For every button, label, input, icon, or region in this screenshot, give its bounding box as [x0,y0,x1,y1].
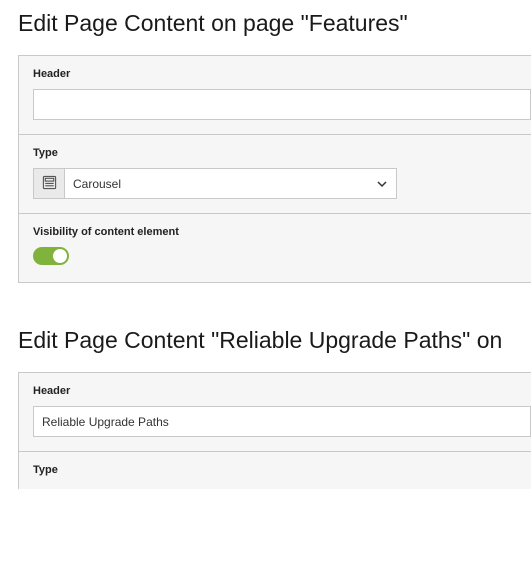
form-panel-2: Header Type [18,372,531,489]
type-label-2: Type [33,464,531,476]
layout-icon [42,175,57,193]
toggle-knob [53,249,67,263]
type-row: Type Carousel [19,135,531,214]
header-row: Header [19,56,531,135]
visibility-row: Visibility of content element [19,214,531,283]
header-input[interactable] [33,89,531,120]
type-group: Carousel [33,168,397,199]
page-title-2: Edit Page Content "Reliable Upgrade Path… [0,317,531,372]
header-label: Header [33,68,531,80]
type-select[interactable]: Carousel [65,168,397,199]
type-label: Type [33,147,531,159]
page-title: Edit Page Content on page "Features" [0,0,531,55]
content-type-icon-button[interactable] [33,168,65,199]
form-panel-1: Header Type Carousel Visibility of conte… [18,55,531,283]
type-row-2: Type [19,452,531,489]
visibility-label: Visibility of content element [33,226,531,238]
header-input-2[interactable] [33,406,531,437]
visibility-toggle[interactable] [33,247,69,265]
header-label-2: Header [33,385,531,397]
header-row-2: Header [19,373,531,452]
